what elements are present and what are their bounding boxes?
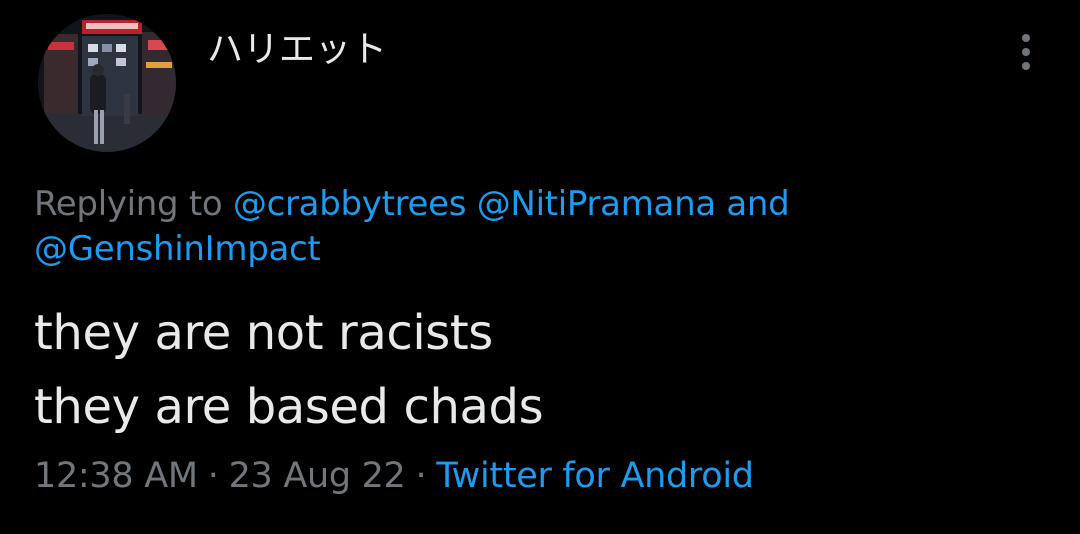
reply-context: Replying to @crabbytrees @NitiPramana an… bbox=[34, 182, 1034, 272]
more-options-button[interactable] bbox=[1012, 34, 1040, 72]
tweet-time[interactable]: 12:38 AM bbox=[34, 456, 198, 496]
more-vertical-icon-dot bbox=[1022, 48, 1030, 56]
avatar[interactable] bbox=[38, 14, 176, 152]
tweet-text: they are not racists they are based chad… bbox=[34, 296, 544, 444]
tweet-text-line: they are based chads bbox=[34, 379, 544, 435]
tweet-date[interactable]: 23 Aug 22 bbox=[229, 456, 406, 496]
mention-nitipramana[interactable]: @NitiPramana bbox=[477, 184, 716, 224]
tweet-text-line: they are not racists bbox=[34, 305, 493, 361]
avatar-photo bbox=[38, 14, 176, 152]
tweet: ハリエット Replying to @crabbytrees @NitiPram… bbox=[0, 0, 1080, 534]
reply-prefix: Replying to bbox=[34, 184, 223, 224]
mention-genshinimpact[interactable]: @GenshinImpact bbox=[34, 229, 321, 269]
meta-separator: · bbox=[207, 456, 219, 496]
more-vertical-icon bbox=[1022, 34, 1030, 42]
mention-crabbytrees[interactable]: @crabbytrees bbox=[233, 184, 467, 224]
tweet-meta: 12:38 AM · 23 Aug 22 · Twitter for Android bbox=[34, 454, 754, 498]
display-name[interactable]: ハリエット bbox=[207, 30, 387, 70]
more-vertical-icon-dot bbox=[1022, 62, 1030, 70]
reply-conjunction[interactable]: and bbox=[726, 184, 789, 224]
tweet-source-link[interactable]: Twitter for Android bbox=[436, 456, 754, 496]
meta-separator: · bbox=[415, 456, 427, 496]
